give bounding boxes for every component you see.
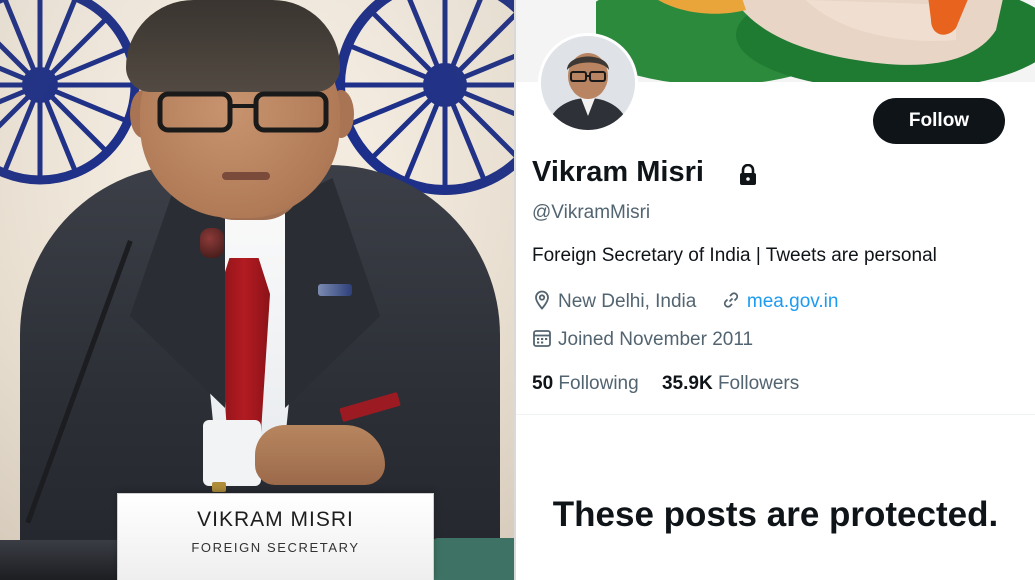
hair: [126, 0, 340, 92]
location: New Delhi, India: [558, 291, 697, 312]
lapel-pin: [318, 284, 352, 296]
nameplate: VIKRAM MISRI FOREIGN SECRETARY: [117, 493, 434, 580]
following-label: Following: [558, 373, 639, 394]
followers-link[interactable]: 35.9K Followers: [662, 373, 799, 394]
website-link[interactable]: mea.gov.in: [747, 291, 839, 312]
followers-count: 35.9K: [661, 373, 713, 394]
following-link[interactable]: 50 Following: [532, 373, 639, 394]
nameplate-title: FOREIGN SECRETARY: [191, 540, 360, 555]
bio: Foreign Secretary of India | Tweets are …: [532, 245, 937, 266]
followers-label: Followers: [717, 373, 800, 394]
calendar-icon: [533, 330, 551, 347]
press-photo: VIKRAM MISRI FOREIGN SECRETARY: [0, 0, 514, 580]
section-divider: [516, 414, 1035, 415]
microphone-icon: [200, 228, 224, 258]
avatar[interactable]: [538, 33, 638, 133]
red-tie: [218, 258, 270, 438]
protected-posts-message: These posts are protected.: [552, 495, 999, 534]
follow-stats: 50 Following 35.9K Followers: [532, 373, 817, 395]
joined-date-row: Joined November 2011: [532, 328, 753, 354]
glasses: [157, 91, 329, 133]
lock-icon: [740, 164, 756, 185]
nameplate-name: VIKRAM MISRI: [197, 508, 354, 531]
banner-image: [596, 0, 1035, 82]
profile-meta: New Delhi, India mea.gov.in: [532, 290, 838, 316]
location-pin-icon: [535, 290, 549, 310]
joined-date: Joined November 2011: [558, 329, 754, 350]
hands: [255, 425, 385, 485]
display-name: Vikram Misri: [532, 156, 704, 188]
follow-button[interactable]: Follow: [873, 98, 1005, 144]
link-icon: [723, 292, 738, 308]
profile-panel: Follow Vikram Misri @VikramMisri Foreign…: [516, 0, 1035, 580]
following-count: 50: [532, 373, 554, 394]
user-handle: @VikramMisri: [532, 202, 651, 223]
